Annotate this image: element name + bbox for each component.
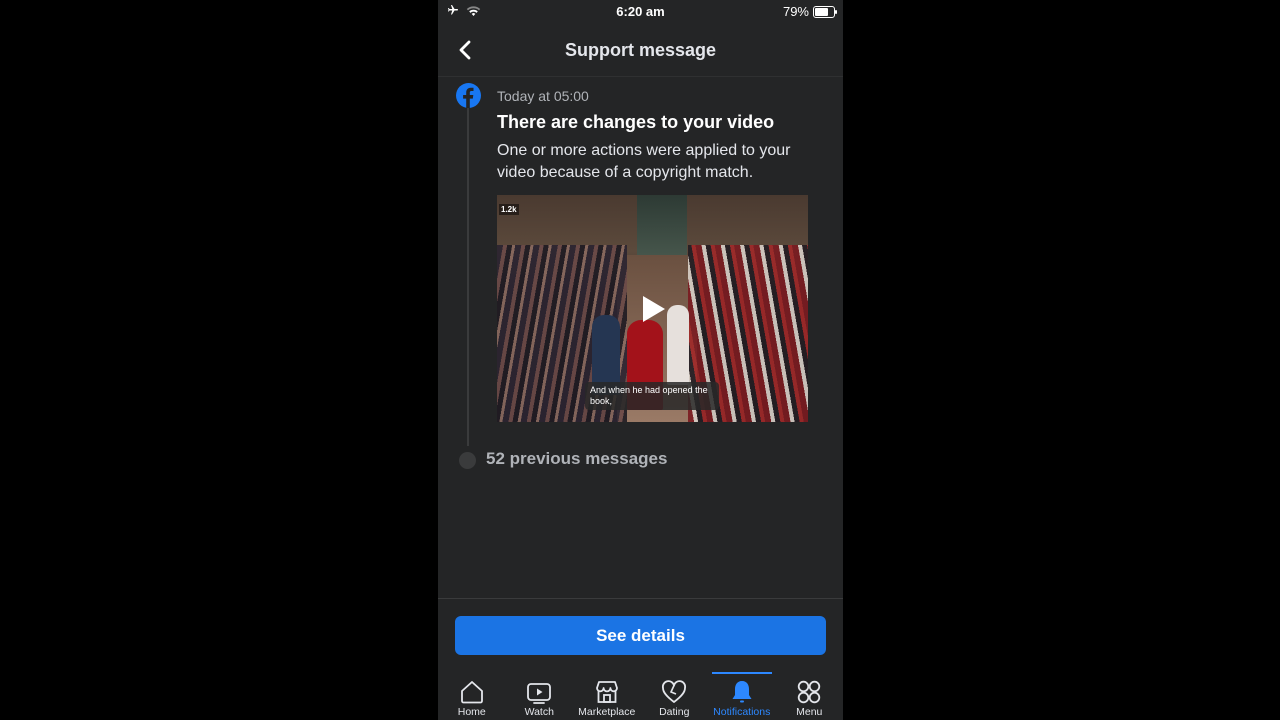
video-caption: And when he had opened the book, — [585, 382, 719, 410]
tab-marketplace[interactable]: Marketplace — [573, 670, 641, 720]
battery-level — [815, 7, 828, 16]
tab-dating[interactable]: Dating — [641, 670, 709, 720]
tab-menu[interactable]: Menu — [776, 670, 844, 720]
facebook-icon — [456, 83, 481, 108]
battery-percent: 79% — [782, 4, 809, 19]
divider — [438, 598, 843, 599]
message-body: One or more actions were applied to your… — [497, 142, 791, 181]
header: Support message — [438, 28, 843, 77]
tab-label: Notifications — [713, 706, 771, 718]
previous-messages-button[interactable]: 52 previous messages — [459, 448, 667, 469]
see-details-button[interactable]: See details — [455, 616, 826, 655]
active-tab-indicator — [712, 672, 772, 674]
menu-icon — [798, 680, 821, 704]
phone-screen: 6:20 am 79% Support message Today at 05:… — [438, 0, 843, 720]
tab-watch[interactable]: Watch — [506, 670, 574, 720]
message-timestamp: Today at 05:00 — [497, 88, 589, 104]
tab-label: Dating — [659, 706, 690, 718]
view-count: 1.2k — [499, 204, 519, 215]
home-icon — [460, 681, 483, 704]
timeline-line — [467, 100, 469, 446]
previous-messages-label: 52 previous messages — [486, 448, 668, 468]
play-icon — [643, 296, 665, 322]
tab-notifications[interactable]: Notifications — [708, 670, 776, 720]
marketplace-icon — [595, 681, 618, 703]
message-title: There are changes to your video — [497, 112, 775, 132]
tab-label: Menu — [796, 706, 823, 718]
timeline-dot — [459, 452, 476, 469]
bell-icon — [732, 681, 752, 703]
status-right: 79% — [782, 4, 837, 19]
dating-icon — [662, 680, 687, 703]
tab-home[interactable]: Home — [438, 670, 506, 720]
play-button[interactable] — [633, 293, 673, 325]
page-title: Support message — [564, 40, 717, 60]
tab-label: Watch — [524, 706, 554, 718]
battery-icon — [813, 5, 837, 18]
watch-icon — [527, 683, 552, 704]
tab-label: Marketplace — [578, 706, 636, 718]
message: Today at 05:00 There are changes to your… — [497, 86, 817, 184]
tab-bar: Home Watch Marketplace Dating Notificati… — [438, 670, 843, 720]
status-bar: 6:20 am 79% — [438, 0, 843, 22]
tab-label: Home — [457, 706, 486, 718]
video-thumbnail[interactable]: 1.2k And when he had opened the book, — [497, 195, 808, 422]
